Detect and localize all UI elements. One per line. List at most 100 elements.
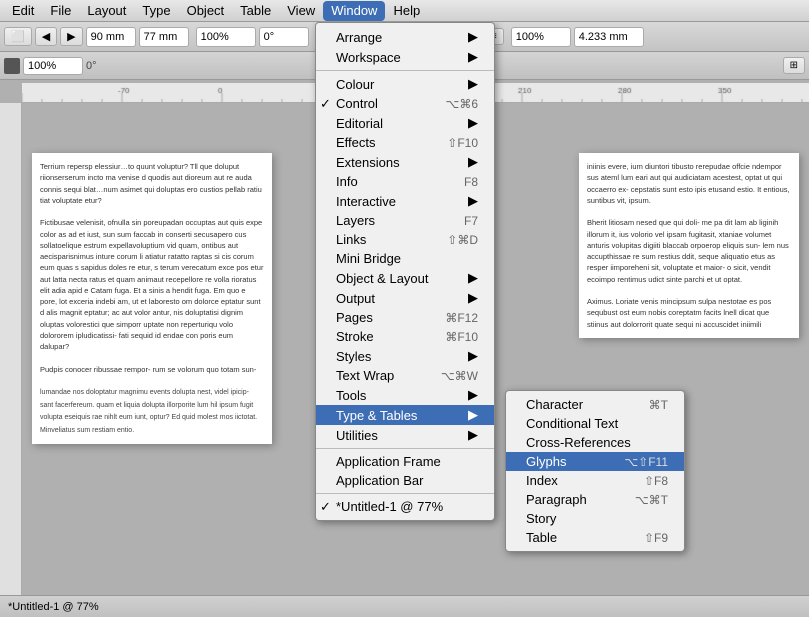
text-wrap-shortcut: ⌥⌘W [421, 369, 478, 383]
menu-pages[interactable]: Pages ⌘F12 [316, 308, 494, 327]
stroke-shortcut: ⌘F10 [425, 330, 478, 344]
menu-window[interactable]: Window [323, 1, 385, 21]
separator-1 [316, 70, 494, 71]
new-btn[interactable]: ⬜ [4, 27, 32, 46]
menu-mini-bridge[interactable]: Mini Bridge [316, 249, 494, 268]
effects-shortcut: ⇧F10 [427, 136, 478, 150]
menu-edit[interactable]: Edit [4, 1, 42, 21]
menu-utilities[interactable]: Utilities ▶ [316, 425, 494, 445]
links-shortcut: ⇧⌘D [427, 233, 478, 247]
menu-arrange[interactable]: Arrange ▶ [316, 27, 494, 47]
glyphs-shortcut: ⌥⇧F11 [604, 455, 668, 469]
submenu-conditional-text[interactable]: Conditional Text [506, 414, 684, 433]
percentage-field[interactable]: 100% [511, 27, 571, 47]
paragraph-label: Paragraph [526, 492, 587, 507]
extensions-arrow: ▶ [448, 154, 478, 170]
nav-left[interactable]: ◀ [35, 27, 57, 46]
menu-application-bar[interactable]: Application Bar [316, 471, 494, 490]
workspace-arrow: ▶ [448, 49, 478, 65]
menu-effects[interactable]: Effects ⇧F10 [316, 133, 494, 152]
menu-view[interactable]: View [279, 1, 323, 21]
character-label: Character [526, 397, 583, 412]
table-label: Table [526, 530, 557, 545]
new-icon: ⬜ [11, 30, 25, 43]
type-tables-submenu: Character ⌘T Conditional Text Cross-Refe… [505, 390, 685, 552]
menu-object-layout[interactable]: Object & Layout ▶ [316, 268, 494, 288]
menu-layers[interactable]: Layers F7 [316, 211, 494, 230]
submenu-paragraph[interactable]: Paragraph ⌥⌘T [506, 490, 684, 509]
zoom-field[interactable]: 100% [196, 27, 256, 47]
submenu-index[interactable]: Index ⇧F8 [506, 471, 684, 490]
vertical-ruler [0, 103, 22, 595]
menu-help[interactable]: Help [385, 1, 428, 21]
index-label: Index [526, 473, 558, 488]
status-bar: *Untitled-1 @ 77% [0, 595, 809, 617]
application-bar-label: Application Bar [336, 473, 423, 488]
menu-output[interactable]: Output ▶ [316, 288, 494, 308]
conditional-text-label: Conditional Text [526, 416, 618, 431]
menu-stroke[interactable]: Stroke ⌘F10 [316, 327, 494, 346]
submenu-cross-references[interactable]: Cross-References [506, 433, 684, 452]
submenu-table[interactable]: Table ⇧F9 [506, 528, 684, 547]
window-menu: Arrange ▶ Workspace ▶ Colour ▶ ✓ Control… [315, 22, 495, 521]
menu-styles[interactable]: Styles ▶ [316, 346, 494, 366]
menu-file[interactable]: File [42, 1, 79, 21]
menu-type-tables[interactable]: Type & Tables ▶ [316, 405, 494, 425]
interactive-arrow: ▶ [448, 193, 478, 209]
editorial-arrow: ▶ [448, 115, 478, 131]
zoom-field2[interactable]: 100% [23, 57, 83, 75]
character-shortcut: ⌘T [629, 398, 668, 412]
submenu-glyphs[interactable]: Glyphs ⌥⇧F11 [506, 452, 684, 471]
x-field[interactable]: 90 mm [86, 27, 136, 47]
menu-extensions[interactable]: Extensions ▶ [316, 152, 494, 172]
menu-text-wrap[interactable]: Text Wrap ⌥⌘W [316, 366, 494, 385]
object-layout-label: Object & Layout [336, 271, 429, 286]
menu-tools[interactable]: Tools ▶ [316, 385, 494, 405]
untitled-label: *Untitled-1 @ 77% [336, 499, 443, 514]
menu-table[interactable]: Table [232, 1, 279, 21]
type-tables-label: Type & Tables [336, 408, 417, 423]
stroke-label: Stroke [336, 329, 374, 344]
menu-untitled[interactable]: ✓ *Untitled-1 @ 77% [316, 497, 494, 516]
tools-arrow: ▶ [448, 387, 478, 403]
colour-arrow: ▶ [448, 76, 478, 92]
menu-application-frame[interactable]: Application Frame [316, 452, 494, 471]
layers-shortcut: F7 [444, 214, 478, 228]
menu-info[interactable]: Info F8 [316, 172, 494, 191]
document-text: Terrium repersp elessiur…to quunt volupt… [32, 153, 272, 444]
rotation-label: 0° [86, 60, 97, 72]
tools-label: Tools [336, 388, 366, 403]
menu-layout[interactable]: Layout [79, 1, 134, 21]
rotation-field[interactable]: 0° [259, 27, 309, 47]
layers-label: Layers [336, 213, 375, 228]
menu-editorial[interactable]: Editorial ▶ [316, 113, 494, 133]
menu-object[interactable]: Object [179, 1, 233, 21]
editorial-label: Editorial [336, 116, 383, 131]
extensions-label: Extensions [336, 155, 400, 170]
untitled-check: ✓ [320, 499, 331, 515]
view-controls: ⊞ [783, 57, 805, 74]
color-swatch[interactable] [4, 58, 20, 74]
menu-links[interactable]: Links ⇧⌘D [316, 230, 494, 249]
control-check: ✓ [320, 96, 331, 112]
menu-colour[interactable]: Colour ▶ [316, 74, 494, 94]
y-field[interactable]: 77 mm [139, 27, 189, 47]
menu-type[interactable]: Type [134, 1, 178, 21]
menu-interactive[interactable]: Interactive ▶ [316, 191, 494, 211]
view-btn[interactable]: ⊞ [783, 57, 805, 74]
menu-control[interactable]: ✓ Control ⌥⌘6 [316, 94, 494, 113]
menu-workspace[interactable]: Workspace ▶ [316, 47, 494, 67]
value-field[interactable]: 4.233 mm [574, 27, 644, 47]
cross-references-label: Cross-References [526, 435, 631, 450]
submenu-story[interactable]: Story [506, 509, 684, 528]
pages-label: Pages [336, 310, 373, 325]
links-label: Links [336, 232, 366, 247]
info-label: Info [336, 174, 358, 189]
pages-shortcut: ⌘F12 [425, 311, 478, 325]
colour-label: Colour [336, 77, 374, 92]
paragraph-shortcut: ⌥⌘T [615, 493, 668, 507]
submenu-character[interactable]: Character ⌘T [506, 395, 684, 414]
separator-3 [316, 493, 494, 494]
object-layout-arrow: ▶ [448, 270, 478, 286]
nav-right[interactable]: ▶ [60, 27, 82, 46]
